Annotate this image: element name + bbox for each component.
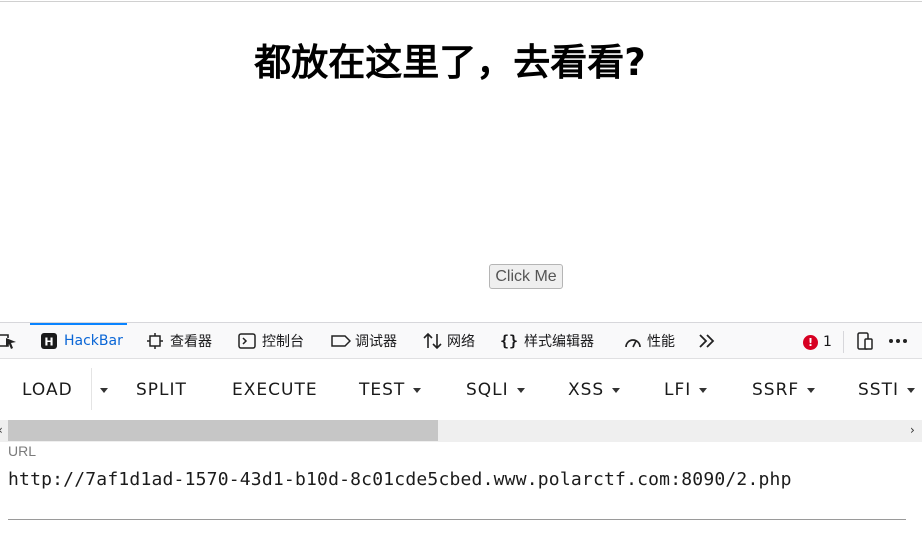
tab-label: 查看器 bbox=[170, 334, 212, 350]
test-menu-button[interactable]: TEST bbox=[359, 376, 422, 404]
chevron-double-right-icon bbox=[697, 332, 715, 350]
pick-element-icon[interactable] bbox=[0, 323, 18, 359]
xss-menu-button[interactable]: XSS bbox=[568, 376, 621, 404]
scroll-right-icon[interactable]: › bbox=[910, 423, 915, 437]
url-input-underline bbox=[8, 519, 906, 520]
tab-network[interactable]: 网络 bbox=[423, 323, 475, 359]
caret-down-icon bbox=[413, 387, 422, 393]
sqli-menu-button[interactable]: SQLI bbox=[466, 376, 525, 404]
caret-down-icon bbox=[906, 387, 915, 393]
toolbar-divider bbox=[843, 331, 844, 353]
responsive-mode-button[interactable] bbox=[856, 323, 874, 359]
tab-label: 调试器 bbox=[355, 334, 397, 350]
url-input[interactable]: http://7af1d1ad-1570-43d1-b10d-8c01cde5c… bbox=[8, 469, 908, 490]
ssti-menu-button[interactable]: SSTI bbox=[858, 376, 915, 404]
error-icon: ! bbox=[803, 334, 818, 350]
url-label: URL bbox=[8, 443, 37, 459]
caret-down-icon bbox=[100, 387, 108, 393]
devtools-panel: H HackBar 查看器 控制台 调试器 网络 {} 样式编辑器 性能 ! 1… bbox=[0, 322, 922, 543]
tab-hackbar[interactable]: H HackBar bbox=[30, 323, 127, 359]
more-options-icon bbox=[887, 332, 907, 350]
devtools-menu-button[interactable] bbox=[887, 323, 907, 359]
caret-down-icon bbox=[807, 387, 816, 393]
tab-label: 性能 bbox=[647, 334, 675, 350]
inspector-icon bbox=[146, 332, 164, 350]
execute-button[interactable]: EXECUTE bbox=[232, 376, 318, 404]
hackbar-icon: H bbox=[40, 332, 58, 350]
devtools-tab-bar: H HackBar 查看器 控制台 调试器 网络 {} 样式编辑器 性能 ! 1 bbox=[0, 322, 922, 359]
style-editor-icon: {} bbox=[500, 332, 519, 350]
responsive-design-icon bbox=[856, 332, 874, 350]
tab-label: 网络 bbox=[447, 334, 475, 350]
svg-text:H: H bbox=[44, 336, 53, 349]
hackbar-toolbar: LOAD SPLIT EXECUTE TEST SQLI XSS LFI SSR… bbox=[0, 360, 922, 420]
click-me-button[interactable]: Click Me bbox=[489, 264, 563, 289]
error-count-badge[interactable]: ! 1 bbox=[803, 334, 832, 350]
ssrf-menu-button[interactable]: SSRF bbox=[752, 376, 816, 404]
load-divider bbox=[91, 368, 92, 410]
lfi-menu-button[interactable]: LFI bbox=[664, 376, 708, 404]
page-content: 都放在这里了，去看看? Click Me bbox=[0, 2, 922, 322]
error-count: 1 bbox=[823, 334, 832, 350]
performance-icon bbox=[623, 332, 641, 350]
tab-console[interactable]: 控制台 bbox=[238, 323, 304, 359]
tab-debugger[interactable]: 调试器 bbox=[331, 323, 397, 359]
debugger-icon bbox=[331, 332, 352, 350]
tab-label: 样式编辑器 bbox=[524, 334, 594, 350]
caret-down-icon bbox=[516, 387, 525, 393]
console-icon bbox=[238, 332, 256, 350]
page-heading: 都放在这里了，去看看? bbox=[254, 41, 646, 84]
network-icon bbox=[423, 332, 442, 350]
tab-label: HackBar bbox=[64, 333, 123, 349]
tab-style-editor[interactable]: {} 样式编辑器 bbox=[500, 323, 594, 359]
load-dropdown-toggle[interactable] bbox=[98, 376, 108, 404]
split-button[interactable]: SPLIT bbox=[136, 376, 187, 404]
load-button[interactable]: LOAD bbox=[22, 376, 73, 404]
caret-down-icon bbox=[612, 387, 621, 393]
scroll-left-icon[interactable]: ‹ bbox=[0, 423, 3, 437]
scrollbar-thumb[interactable] bbox=[8, 420, 438, 441]
toolbar-horizontal-scrollbar[interactable]: ‹ › bbox=[0, 420, 922, 442]
caret-down-icon bbox=[699, 387, 708, 393]
tab-performance[interactable]: 性能 bbox=[623, 323, 675, 359]
more-tabs-button[interactable] bbox=[697, 323, 715, 359]
tab-inspector[interactable]: 查看器 bbox=[146, 323, 212, 359]
tab-label: 控制台 bbox=[262, 334, 304, 350]
